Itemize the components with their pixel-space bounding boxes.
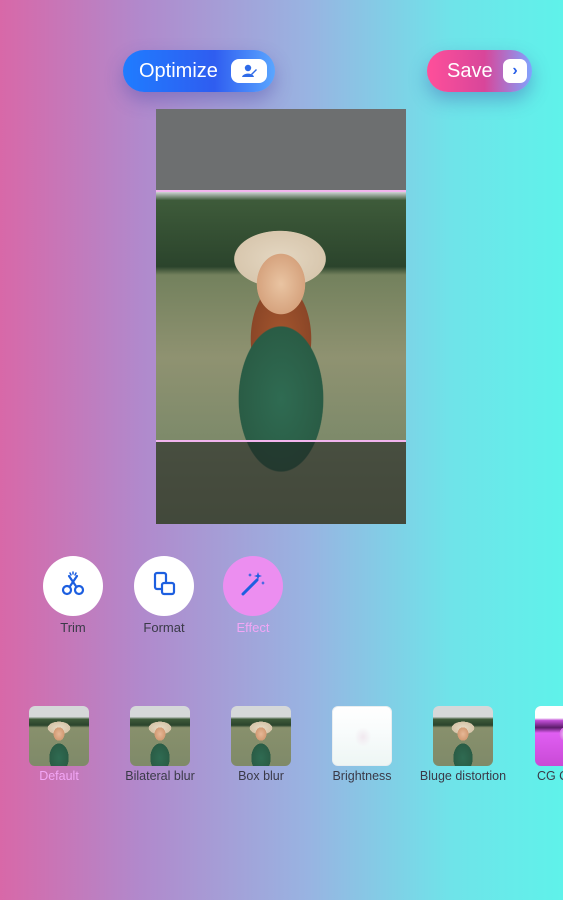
tool-trim-circle: [43, 556, 103, 616]
effect-label: Bilateral blur: [125, 769, 195, 783]
effect-label: Box blur: [238, 769, 284, 783]
magic-wand-icon: [238, 569, 268, 604]
effect-box-blur[interactable]: Box blur: [216, 706, 306, 783]
crop-mask-top: [156, 109, 406, 191]
chevron-right-icon: ›: [503, 59, 527, 83]
effect-thumbnail: [231, 706, 291, 766]
effect-bilateral-blur[interactable]: Bilateral blur: [115, 706, 205, 783]
tool-effect-circle: [223, 556, 283, 616]
tool-effect[interactable]: Effect: [223, 556, 283, 635]
crop-handle-bottom[interactable]: [156, 440, 406, 442]
tool-trim-label: Trim: [60, 620, 86, 635]
optimize-button[interactable]: Optimize: [123, 50, 275, 92]
tool-format[interactable]: Format: [134, 556, 194, 635]
effect-default[interactable]: Default: [14, 706, 104, 783]
effect-label: CG Color: [536, 769, 563, 783]
photo-canvas[interactable]: [156, 109, 406, 524]
crop-handle-top[interactable]: [156, 190, 406, 192]
effect-thumbnail: [535, 706, 563, 766]
tool-format-circle: [134, 556, 194, 616]
format-icon: [149, 569, 179, 604]
effect-thumbnail: [433, 706, 493, 766]
effect-label: Default: [39, 769, 79, 783]
tool-trim[interactable]: Trim: [43, 556, 103, 635]
scissors-icon: [58, 569, 88, 604]
effect-thumbnail: [29, 706, 89, 766]
effect-thumbnail: [332, 706, 392, 766]
effect-brightness[interactable]: Brightness: [317, 706, 407, 783]
save-button[interactable]: Save ›: [427, 50, 532, 92]
tool-format-label: Format: [143, 620, 185, 635]
effect-label: Brightness: [332, 769, 392, 783]
tool-effect-label: Effect: [236, 620, 270, 635]
crop-mask-bottom: [156, 441, 406, 524]
effect-label: Bluge distortion: [419, 769, 507, 783]
save-label: Save: [447, 59, 493, 82]
optimize-label: Optimize: [139, 59, 218, 82]
effect-thumbnail: [130, 706, 190, 766]
person-edit-icon: [231, 59, 267, 83]
effect-bluge-distortion[interactable]: Bluge distortion: [418, 706, 508, 783]
effect-cg-color[interactable]: CG Color: [519, 706, 563, 784]
